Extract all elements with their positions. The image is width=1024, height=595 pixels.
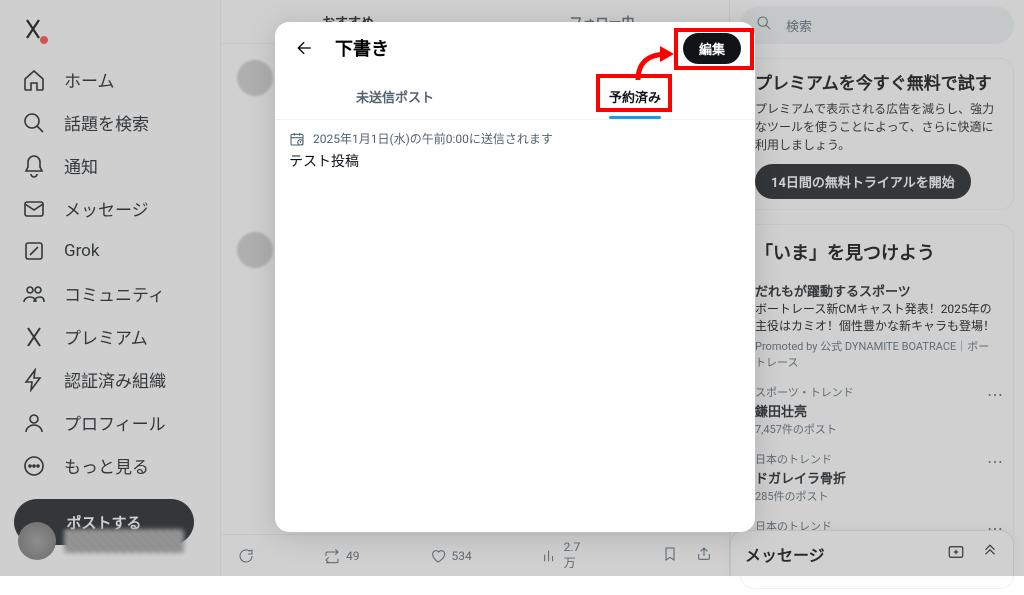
calendar-clock-icon — [289, 131, 305, 147]
tab-unsent[interactable]: 未送信ポスト — [275, 74, 515, 119]
draft-schedule: 2025年1月1日(水)の午前0:00に送信されます — [289, 130, 741, 147]
drafts-modal: 下書き 編集 未送信ポスト 予約済み 2025年1月1日(水)の午前0:00に送… — [275, 22, 755, 532]
draft-text: テスト投稿 — [289, 151, 741, 171]
back-button[interactable] — [289, 32, 321, 64]
modal-title: 下書き — [335, 35, 389, 61]
annotation-arrow — [630, 42, 680, 82]
draft-item[interactable]: 2025年1月1日(水)の午前0:00に送信されます テスト投稿 — [275, 120, 755, 181]
annotation-box-edit — [674, 28, 754, 70]
